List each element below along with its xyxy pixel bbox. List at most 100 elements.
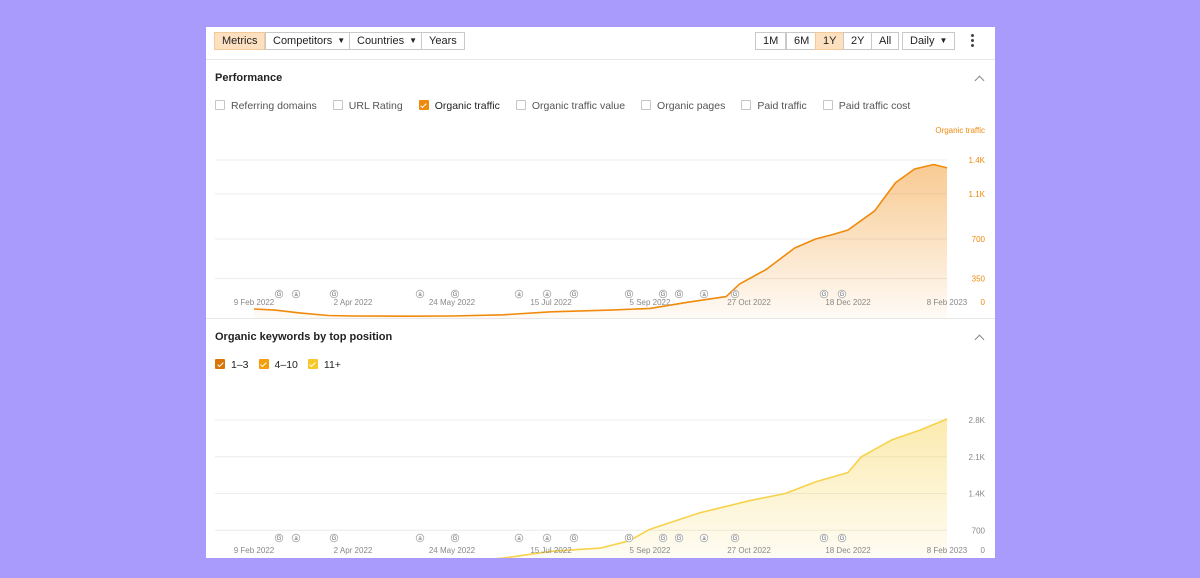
- google-update-marker: G: [658, 533, 668, 543]
- keywords-title: Organic keywords by top position: [215, 331, 393, 343]
- series-legend-label: Organic traffic: [935, 126, 985, 135]
- more-vertical-icon[interactable]: [966, 33, 978, 49]
- checkbox-label: Organic traffic value: [531, 100, 626, 112]
- checkbox-paid-traffic-cost[interactable]: Paid traffic cost: [822, 100, 911, 112]
- x-tick-label: 27 Oct 2022: [727, 546, 771, 555]
- checkbox-referring-domains[interactable]: Referring domains: [215, 100, 317, 112]
- interval-dropdown[interactable]: Daily ▼: [902, 32, 956, 50]
- countries-dropdown[interactable]: Countries ▼: [349, 32, 425, 50]
- range-2y-button[interactable]: 2Y: [843, 32, 873, 50]
- interval-label: Daily: [910, 35, 935, 47]
- range-1y-button[interactable]: 1Y: [815, 32, 845, 50]
- dashboard-panel: Metrics Competitors ▼ Countries ▼ Years 1M…: [206, 27, 995, 558]
- google-update-marker: G: [450, 289, 460, 299]
- marker-label: G: [277, 536, 282, 542]
- marker-label: G: [453, 536, 458, 542]
- x-tick-label: 8 Feb 2023: [927, 546, 968, 555]
- competitors-dropdown-label: Competitors: [273, 35, 333, 47]
- range-label: 2Y: [851, 35, 865, 47]
- google-update-marker: G: [624, 289, 634, 299]
- checkbox-pos-4-10[interactable]: 4–10: [258, 359, 298, 371]
- google-update-marker: G: [730, 289, 740, 299]
- range-label: 1Y: [823, 35, 837, 47]
- x-tick-label: 24 May 2022: [429, 298, 476, 307]
- ahrefs-update-marker: a: [542, 533, 552, 543]
- marker-label: G: [733, 536, 738, 542]
- marker-label: G: [677, 292, 682, 298]
- y-tick-label: 350: [972, 275, 986, 284]
- performance-title: Performance: [215, 72, 283, 84]
- checkbox-organic-pages[interactable]: Organic pages: [641, 100, 725, 112]
- google-update-marker: G: [837, 289, 847, 299]
- x-tick-label: 9 Feb 2022: [234, 298, 275, 307]
- x-tick-label: 15 Jul 2022: [530, 546, 572, 555]
- checkbox-box: [215, 359, 225, 369]
- ahrefs-update-marker: a: [542, 289, 552, 299]
- metrics-tab[interactable]: Metrics: [214, 32, 266, 50]
- checkbox-label: Paid traffic cost: [838, 100, 911, 112]
- y-tick-label: 700: [972, 235, 986, 244]
- checkbox-pos-11-plus[interactable]: 11+: [307, 359, 341, 371]
- countries-dropdown-label: Countries: [357, 35, 405, 47]
- x-tick-label: 8 Feb 2023: [927, 298, 968, 307]
- checkbox-label: Organic traffic: [434, 100, 500, 112]
- x-tick-label: 24 May 2022: [429, 546, 476, 555]
- google-update-marker: G: [658, 289, 668, 299]
- checkbox-label: 1–3: [231, 359, 249, 371]
- organic-traffic-chart: 03507001.1K1.4KG a Ga Ga a G G G Ga G G G9 Feb 2022…: [215, 126, 986, 318]
- google-update-marker: G: [674, 289, 684, 299]
- ahrefs-update-marker: a: [699, 289, 709, 299]
- years-button-label: Years: [429, 35, 457, 47]
- ahrefs-update-marker: a: [415, 289, 425, 299]
- checkbox-box: [215, 100, 225, 110]
- google-update-marker: G: [819, 533, 829, 543]
- google-update-marker: G: [274, 533, 284, 543]
- checkbox-label: 11+: [323, 359, 341, 371]
- google-update-marker: G: [274, 289, 284, 299]
- range-6m-button[interactable]: 6M: [786, 32, 818, 50]
- marker-label: G: [822, 536, 827, 542]
- position-checkbox-row: 1–3 4–10 11+: [215, 359, 357, 375]
- range-label: 1M: [763, 35, 779, 47]
- checkbox-pos-1-3[interactable]: 1–3: [215, 359, 249, 371]
- y-tick-label: 1.4K: [969, 490, 986, 499]
- organic-keywords-chart: 07001.4K2.1K2.8KG a Ga Ga a G G G Ga G G G9 Feb 202…: [215, 416, 986, 558]
- chevron-up-icon[interactable]: [974, 75, 985, 86]
- marker-label: G: [627, 536, 632, 542]
- metric-checkbox-row: Referring domains URL Rating Organic traff…: [215, 100, 926, 116]
- checkbox-box: [418, 100, 429, 110]
- y-tick-label: 0: [981, 298, 986, 307]
- y-tick-label: 1.1K: [969, 190, 986, 199]
- checkbox-label: 4–10: [274, 359, 298, 371]
- range-label: 6M: [794, 35, 810, 47]
- checkbox-organic-traffic-value[interactable]: Organic traffic value: [515, 100, 626, 112]
- google-update-marker: G: [837, 533, 847, 543]
- range-label: All: [879, 35, 892, 47]
- y-tick-label: 0: [981, 546, 986, 555]
- google-update-marker: G: [819, 289, 829, 299]
- y-tick-label: 2.1K: [969, 453, 986, 462]
- checkbox-label: Referring domains: [231, 100, 317, 112]
- y-tick-label: 1.4K: [969, 156, 986, 165]
- marker-label: G: [677, 536, 682, 542]
- checkbox-url-rating[interactable]: URL Rating: [332, 100, 403, 112]
- checkbox-organic-traffic[interactable]: Organic traffic: [418, 100, 500, 112]
- section-divider: [206, 318, 995, 319]
- google-update-marker: G: [674, 533, 684, 543]
- checkbox-box: [332, 100, 343, 110]
- range-all-button[interactable]: All: [871, 32, 900, 50]
- caret-down-icon: ▼: [337, 36, 346, 45]
- x-tick-label: 9 Feb 2022: [234, 546, 275, 555]
- competitors-dropdown[interactable]: Competitors ▼: [265, 32, 354, 50]
- range-1m-button[interactable]: 1M: [755, 32, 787, 50]
- x-tick-label: 27 Oct 2022: [727, 298, 771, 307]
- x-tick-label: 15 Jul 2022: [530, 298, 572, 307]
- marker-label: G: [661, 536, 666, 542]
- google-update-marker: G: [450, 533, 460, 543]
- years-button[interactable]: Years: [421, 32, 465, 50]
- checkbox-paid-traffic[interactable]: Paid traffic: [741, 100, 807, 112]
- checkbox-box: [307, 359, 318, 369]
- google-update-marker: G: [569, 289, 579, 299]
- chevron-up-icon[interactable]: [974, 334, 985, 345]
- x-tick-label: 5 Sep 2022: [630, 298, 671, 307]
